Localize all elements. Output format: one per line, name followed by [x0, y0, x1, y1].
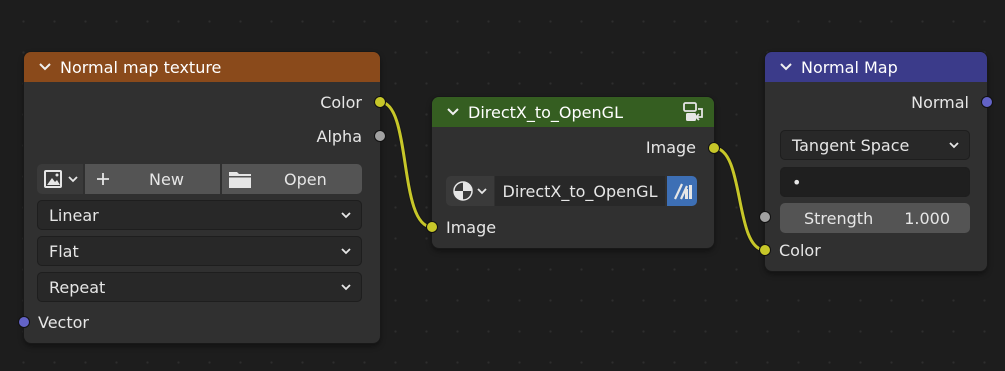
link-image-to-color	[713, 145, 766, 253]
node-title: Normal map texture	[60, 57, 222, 77]
chevron-down-icon	[341, 212, 351, 219]
output-color-label: Color	[320, 93, 362, 112]
fake-user-icon	[674, 183, 692, 200]
node-title: Normal Map	[801, 57, 898, 77]
output-normal-label: Normal	[911, 93, 969, 112]
chevron-down-icon	[68, 176, 78, 183]
node-title: DirectX_to_OpenGL	[468, 102, 623, 122]
extension-dropdown[interactable]: Repeat	[37, 272, 362, 302]
open-button-label: Open	[284, 169, 327, 189]
folder-icon	[229, 172, 251, 188]
node-header[interactable]: Normal map texture	[24, 52, 380, 82]
strength-label: Strength	[804, 208, 874, 228]
output-image-socket[interactable]	[708, 142, 720, 154]
chevron-down-icon[interactable]	[445, 104, 461, 120]
chevron-down-icon	[949, 142, 959, 149]
image-browse-icon	[44, 170, 62, 188]
node-tree-browse-button[interactable]	[446, 176, 494, 206]
chevron-down-icon[interactable]	[37, 59, 53, 75]
output-normal-socket[interactable]	[981, 96, 993, 108]
image-texture-node[interactable]: Normal map texture Color Alpha New Open …	[18, 52, 386, 343]
space-dropdown[interactable]: Tangent Space	[780, 130, 970, 160]
strength-value: 1.000	[904, 208, 950, 228]
extension-value: Repeat	[49, 277, 106, 297]
input-color-socket[interactable]	[759, 244, 771, 256]
output-alpha-socket[interactable]	[374, 130, 386, 142]
node-header[interactable]: Normal Map	[765, 52, 987, 82]
space-value: Tangent Space	[792, 135, 910, 155]
normal-map-node[interactable]: Normal Map Normal Tangent Space • Streng…	[759, 52, 993, 271]
interpolation-dropdown[interactable]: Linear	[37, 200, 362, 230]
interpolation-value: Linear	[49, 205, 99, 225]
input-image-socket[interactable]	[426, 221, 438, 233]
new-image-button[interactable]: New	[85, 164, 220, 194]
input-image-label: Image	[446, 218, 497, 237]
node-header[interactable]: DirectX_to_OpenGL	[432, 97, 714, 127]
link-image-to-color-line	[713, 146, 766, 252]
input-vector-socket[interactable]	[18, 316, 30, 328]
image-browse-button[interactable]	[37, 164, 83, 194]
node-tree-name: DirectX_to_OpenGL	[502, 181, 658, 201]
group-node[interactable]: DirectX_to_OpenGL Image DirectX_to_OpenG…	[426, 97, 720, 248]
input-strength-socket[interactable]	[759, 211, 771, 223]
uv-map-value: •	[792, 172, 802, 192]
input-color-label: Color	[779, 241, 821, 260]
output-color-socket[interactable]	[374, 96, 386, 108]
projection-dropdown[interactable]: Flat	[37, 236, 362, 266]
node-tree-name-field[interactable]: DirectX_to_OpenGL	[495, 176, 665, 206]
node-group-icon[interactable]	[682, 101, 704, 123]
output-alpha-label: Alpha	[316, 127, 363, 146]
plus-icon	[97, 173, 109, 185]
chevron-down-icon	[477, 188, 487, 195]
chevron-down-icon[interactable]	[778, 59, 794, 75]
uv-map-field[interactable]: •	[780, 167, 970, 197]
link-color-to-image	[379, 99, 433, 230]
chevron-down-icon	[341, 284, 351, 291]
fake-user-button[interactable]	[667, 176, 697, 206]
link-color-to-image-line	[379, 100, 433, 229]
shader-sphere-icon	[453, 181, 473, 201]
chevron-down-icon	[341, 248, 351, 255]
strength-slider[interactable]: Strength 1.000	[780, 203, 970, 233]
open-image-button[interactable]: Open	[222, 164, 362, 194]
projection-value: Flat	[49, 241, 79, 261]
output-image-label: Image	[645, 138, 696, 157]
new-button-label: New	[149, 169, 184, 189]
input-vector-label: Vector	[38, 313, 89, 332]
